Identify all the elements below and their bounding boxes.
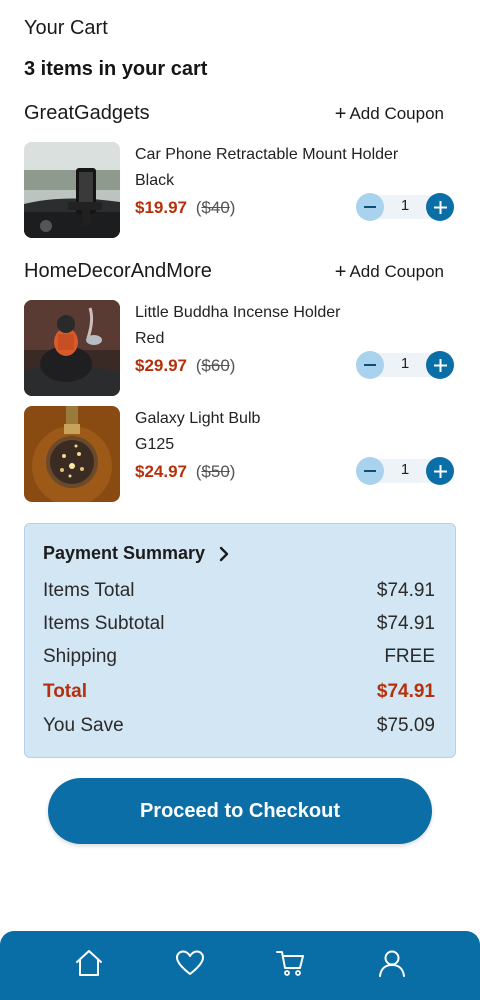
bottom-nav [0, 931, 480, 1000]
cart-icon [276, 951, 304, 976]
nav-home-button[interactable] [69, 943, 109, 983]
product-variant: G125 [135, 436, 175, 453]
payment-summary-card: Payment Summary Items Total $74.91 Items… [24, 523, 456, 758]
summary-value: $74.91 [376, 580, 435, 601]
original-price: ($60) [195, 356, 236, 375]
add-coupon-button[interactable]: + Add Coupon [335, 262, 444, 282]
summary-row-items-total: Items Total $74.91 [43, 580, 435, 602]
summary-row-items-subtotal: Items Subtotal $74.91 [43, 613, 435, 635]
add-coupon-label: Add Coupon [349, 103, 444, 123]
original-price: ($40) [195, 198, 236, 217]
price-line: $29.97 ($60) [135, 353, 235, 379]
quantity-stepper: 1 [356, 455, 454, 487]
summary-row-total: Total $74.91 [43, 681, 435, 703]
quantity-stepper: 1 [356, 349, 454, 381]
summary-value: FREE [384, 646, 435, 667]
summary-label: Shipping [43, 646, 117, 667]
total-value: $74.91 [376, 681, 435, 702]
plus-icon [433, 200, 447, 214]
increase-quantity-button[interactable] [426, 193, 454, 221]
heart-icon [176, 950, 204, 975]
product-variant: Black [135, 172, 175, 189]
store-name: GreatGadgets [24, 102, 150, 124]
original-price: ($50) [195, 462, 236, 481]
summary-value: $75.09 [376, 715, 435, 736]
product-image[interactable] [24, 406, 120, 502]
plus-icon [433, 358, 447, 372]
proceed-to-checkout-button[interactable]: Proceed to Checkout [48, 778, 432, 844]
summary-row-shipping: Shipping FREE [43, 646, 435, 668]
chevron-right-icon [219, 546, 229, 561]
product-variant: Red [135, 330, 165, 347]
payment-summary-toggle[interactable]: Payment Summary [43, 543, 229, 564]
sale-price: $19.97 [135, 198, 187, 217]
add-coupon-button[interactable]: + Add Coupon [335, 104, 444, 124]
profile-icon [379, 950, 405, 977]
summary-label: Items Subtotal [43, 613, 165, 634]
summary-row-you-save: You Save $75.09 [43, 715, 435, 737]
summary-label: You Save [43, 715, 124, 736]
nav-favorites-button[interactable] [170, 943, 210, 983]
cart-item: Car Phone Retractable Mount Holder Black… [24, 142, 456, 240]
cart-item-count: 3 items in your cart [24, 58, 208, 80]
nav-cart-button[interactable] [270, 943, 310, 983]
product-name[interactable]: Little Buddha Incense Holder [135, 300, 340, 326]
plus-icon [433, 464, 447, 478]
plus-icon: + [334, 260, 347, 283]
home-icon [76, 950, 102, 976]
page-title: Your Cart [24, 17, 108, 39]
total-label: Total [43, 681, 87, 702]
product-image[interactable] [24, 142, 120, 238]
add-coupon-label: Add Coupon [349, 261, 444, 281]
plus-icon: + [334, 102, 347, 125]
store-header: HomeDecorAndMore + Add Coupon [24, 260, 444, 283]
price-line: $24.97 ($50) [135, 459, 235, 485]
quantity-stepper: 1 [356, 191, 454, 223]
price-line: $19.97 ($40) [135, 195, 235, 221]
increase-quantity-button[interactable] [426, 351, 454, 379]
sale-price: $24.97 [135, 462, 187, 481]
summary-label: Items Total [43, 580, 135, 601]
sale-price: $29.97 [135, 356, 187, 375]
increase-quantity-button[interactable] [426, 457, 454, 485]
product-name[interactable]: Galaxy Light Bulb [135, 406, 260, 432]
nav-profile-button[interactable] [372, 943, 412, 983]
summary-value: $74.91 [376, 613, 435, 634]
product-image[interactable] [24, 300, 120, 396]
payment-summary-title: Payment Summary [43, 543, 206, 563]
cart-item: Little Buddha Incense Holder Red $29.97 … [24, 300, 456, 398]
cart-item: Galaxy Light Bulb G125 $24.97 ($50) 1 [24, 406, 456, 504]
product-name[interactable]: Car Phone Retractable Mount Holder [135, 142, 398, 168]
store-name: HomeDecorAndMore [24, 260, 212, 282]
store-header: GreatGadgets + Add Coupon [24, 102, 444, 125]
